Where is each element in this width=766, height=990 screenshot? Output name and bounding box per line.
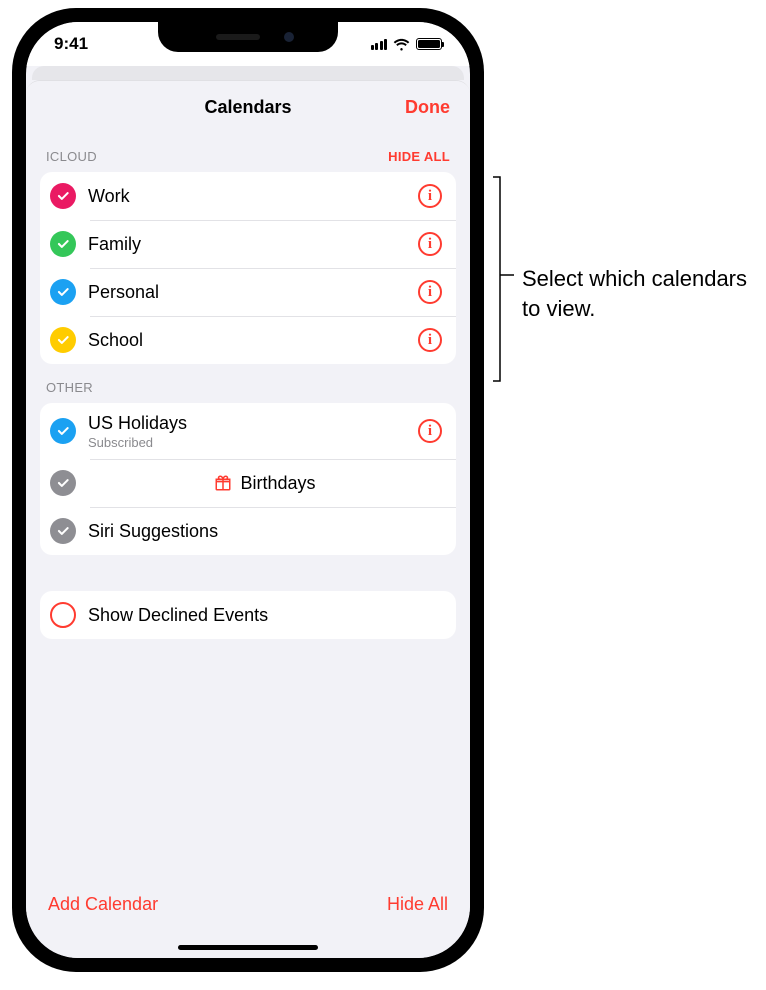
volume-down-button — [18, 292, 22, 350]
section-header-icloud: ICLOUD HIDE ALL — [40, 133, 456, 172]
front-camera — [284, 32, 294, 42]
background-sheet-edge — [32, 66, 464, 80]
calendar-row-birthdays[interactable]: Birthdays — [40, 459, 456, 507]
screen: 9:41 Calendars Done ICLOUD HIDE ALL — [26, 22, 470, 958]
calendar-label: School — [88, 330, 418, 351]
info-icon[interactable]: i — [418, 232, 442, 256]
side-button — [474, 242, 478, 334]
calendar-row-siri-suggestions[interactable]: Siri Suggestions — [40, 507, 456, 555]
row-label: Show Declined Events — [88, 605, 442, 626]
calendar-label: Family — [88, 234, 418, 255]
volume-up-button — [18, 220, 22, 278]
cellular-signal-icon — [371, 39, 388, 50]
info-icon[interactable]: i — [418, 328, 442, 352]
calendar-label: Siri Suggestions — [88, 521, 442, 542]
gift-icon — [214, 474, 232, 492]
iphone-frame: 9:41 Calendars Done ICLOUD HIDE ALL — [12, 8, 484, 972]
calendar-row-personal[interactable]: Personal i — [40, 268, 456, 316]
section-label-icloud: ICLOUD — [46, 149, 97, 164]
unchecked-circle-icon — [50, 602, 76, 628]
checkmark-icon — [50, 327, 76, 353]
calendars-sheet: Calendars Done ICLOUD HIDE ALL Work i — [26, 80, 470, 958]
notch — [158, 22, 338, 52]
calendar-label: US Holidays — [88, 413, 418, 434]
info-icon[interactable]: i — [418, 184, 442, 208]
hide-all-button[interactable]: Hide All — [387, 894, 448, 915]
checkmark-icon — [50, 470, 76, 496]
icloud-calendars-group: Work i Family i Personal — [40, 172, 456, 364]
annotation-text: Select which calendars to view. — [522, 264, 752, 323]
info-icon[interactable]: i — [418, 419, 442, 443]
checkmark-icon — [50, 518, 76, 544]
section-header-other: OTHER — [40, 364, 456, 403]
hide-all-icloud-button[interactable]: HIDE ALL — [388, 149, 450, 164]
calendar-row-school[interactable]: School i — [40, 316, 456, 364]
checkmark-icon — [50, 183, 76, 209]
calendar-label: Work — [88, 186, 418, 207]
mute-switch — [18, 160, 22, 192]
page-title: Calendars — [204, 97, 291, 118]
calendar-label: Personal — [88, 282, 418, 303]
section-label-other: OTHER — [46, 380, 93, 395]
other-calendars-group: US Holidays Subscribed i — [40, 403, 456, 555]
calendar-row-us-holidays[interactable]: US Holidays Subscribed i — [40, 403, 456, 459]
add-calendar-button[interactable]: Add Calendar — [48, 894, 158, 915]
calendar-row-work[interactable]: Work i — [40, 172, 456, 220]
navigation-bar: Calendars Done — [26, 81, 470, 133]
earpiece — [216, 34, 260, 40]
done-button[interactable]: Done — [405, 97, 450, 118]
calendar-label: Birthdays — [240, 473, 315, 494]
wifi-icon — [393, 36, 410, 53]
status-time: 9:41 — [54, 34, 88, 54]
checkmark-icon — [50, 231, 76, 257]
calendar-row-family[interactable]: Family i — [40, 220, 456, 268]
info-icon[interactable]: i — [418, 280, 442, 304]
declined-events-group: Show Declined Events — [40, 591, 456, 639]
status-indicators — [371, 36, 443, 53]
home-indicator[interactable] — [178, 945, 318, 950]
callout-bracket — [492, 176, 510, 382]
battery-icon — [416, 38, 442, 50]
calendar-sublabel: Subscribed — [88, 435, 418, 450]
checkmark-icon — [50, 418, 76, 444]
checkmark-icon — [50, 279, 76, 305]
show-declined-events-row[interactable]: Show Declined Events — [40, 591, 456, 639]
